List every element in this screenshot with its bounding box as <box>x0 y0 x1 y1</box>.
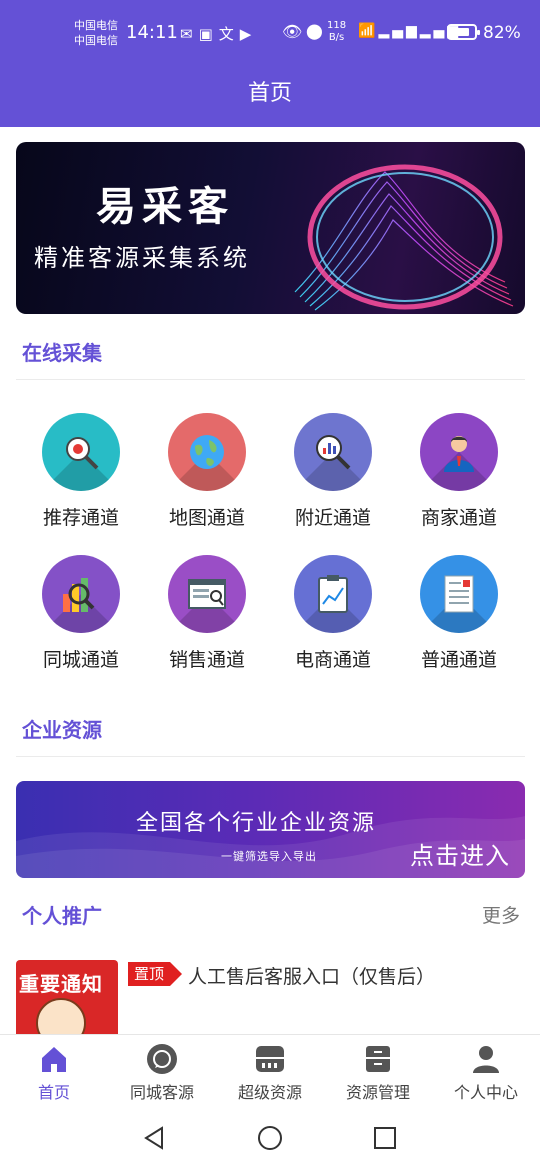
status-bar: 中国电信 中国电信 14:11 ✉▣文▶ 👁 ⬤ 118 B/s 📶▂▄▆▂▄▆… <box>0 14 540 52</box>
channel-icon-circle <box>420 555 498 633</box>
browser-search-icon <box>188 579 226 609</box>
hero-banner[interactable]: 易采客 精准客源采集系统 <box>16 142 525 314</box>
channel-item-5[interactable]: 同城通道 <box>18 555 144 672</box>
carrier-2: 中国电信 <box>74 34 118 47</box>
tab-label: 同城客源 <box>129 1083 194 1102</box>
channel-item-3[interactable]: 附近通道 <box>270 413 396 530</box>
section-title-promo: 个人推广 <box>22 904 102 928</box>
section-title-online: 在线采集 <box>22 341 102 365</box>
page-title: 首页 <box>247 81 292 106</box>
section-title-enterprise: 企业资源 <box>22 718 102 742</box>
bottom-tab-bar: 首页 同城客源 超级资源 资源管理 个人中心 <box>0 1034 540 1104</box>
promo-thumbnail[interactable]: 重要通知 <box>16 960 118 1040</box>
status-time: 14:11 <box>126 22 178 43</box>
carrier-info: 中国电信 中国电信 <box>74 18 118 48</box>
enterprise-banner-title: 全国各个行业企业资源 <box>136 811 377 836</box>
globe-icon <box>190 435 224 469</box>
channel-icon-circle <box>294 555 372 633</box>
wifi-icon: 📶 <box>358 23 379 39</box>
tab-personal-center[interactable]: 个人中心 <box>432 1043 540 1103</box>
channel-icon-circle <box>42 413 120 491</box>
chat-bubble-icon <box>147 1044 177 1074</box>
battery-fill <box>451 28 469 36</box>
banner-subtitle: 精准客源采集系统 <box>34 244 250 272</box>
net-speed-value: 118 <box>327 20 347 31</box>
person-icon <box>473 1046 499 1073</box>
eye-icon: 👁 <box>282 22 303 41</box>
server-icon <box>256 1046 284 1072</box>
business-person-icon <box>444 436 474 472</box>
enterprise-banner-subtitle: 一键筛选导入导出 <box>221 850 317 863</box>
enter-button[interactable]: 点击进入 <box>410 836 510 871</box>
more-link[interactable]: 更多 <box>482 901 520 928</box>
bar-chart-magnifier-icon <box>63 578 95 612</box>
channel-label: 电商通道 <box>294 649 371 671</box>
pinned-badge: 置顶 <box>128 962 183 986</box>
tab-home[interactable]: 首页 <box>0 1043 108 1103</box>
channel-icon-circle <box>42 555 120 633</box>
tab-label: 首页 <box>37 1083 70 1102</box>
channel-item-8[interactable]: 普通通道 <box>396 555 522 672</box>
tab-label: 资源管理 <box>345 1083 410 1102</box>
channel-item-1[interactable]: 推荐通道 <box>18 413 144 530</box>
tab-label: 超级资源 <box>237 1083 302 1102</box>
tab-label: 个人中心 <box>453 1083 518 1102</box>
notification-icons: ✉▣文▶ <box>180 23 257 44</box>
chart-magnifier-icon <box>316 435 351 470</box>
section-divider <box>16 379 525 380</box>
app-header: 中国电信 中国电信 14:11 ✉▣文▶ 👁 ⬤ 118 B/s 📶▂▄▆▂▄▆… <box>0 0 540 127</box>
translate-icon: 文 <box>218 25 240 43</box>
cabinet-icon <box>366 1046 390 1072</box>
channel-label: 普通通道 <box>420 649 497 671</box>
channel-icon-circle <box>420 413 498 491</box>
back-icon[interactable] <box>140 1124 168 1152</box>
tab-local-customers[interactable]: 同城客源 <box>108 1043 216 1103</box>
tab-resource-management[interactable]: 资源管理 <box>324 1043 432 1103</box>
banner-title: 易采客 <box>96 183 234 230</box>
promo-thumb-text: 重要通知 <box>19 972 103 996</box>
wave-art-icon <box>294 164 514 311</box>
recents-icon[interactable] <box>371 1124 399 1152</box>
home-circle-icon[interactable] <box>256 1124 284 1152</box>
carrier-1: 中国电信 <box>74 19 118 32</box>
channel-label: 地图通道 <box>168 507 245 529</box>
battery-icon <box>447 24 480 40</box>
net-speed-unit: B/s <box>328 32 345 43</box>
channel-label: 同城通道 <box>42 649 119 671</box>
signal-icons: 📶▂▄▆▂▄▆ <box>358 23 461 39</box>
home-icon <box>42 1047 66 1072</box>
wechat-icon: ✉ <box>180 25 199 43</box>
network-speed: 118 B/s <box>327 20 346 44</box>
tab-super-resources[interactable]: 超级资源 <box>216 1043 324 1103</box>
location-icon: ⬤ <box>306 22 323 40</box>
media-icon: ▶ <box>239 25 258 43</box>
promo-item-title[interactable]: 人工售后客服入口（仅售后） <box>188 962 435 989</box>
enterprise-banner[interactable]: 全国各个行业企业资源 一键筛选导入导出 点击进入 <box>16 781 525 878</box>
channel-label: 商家通道 <box>420 507 497 529</box>
channel-item-2[interactable]: 地图通道 <box>144 413 270 530</box>
channel-label: 附近通道 <box>294 507 371 529</box>
battery-percent: 82% <box>483 23 521 43</box>
channel-label: 销售通道 <box>168 649 245 671</box>
signal-4g-icon-1: ▂▄▆ <box>378 23 420 39</box>
channel-item-6[interactable]: 销售通道 <box>144 555 270 672</box>
channel-item-7[interactable]: 电商通道 <box>270 555 396 672</box>
system-nav-bar <box>0 1104 540 1170</box>
ladybug-magnifier-icon <box>66 437 99 470</box>
section-divider <box>16 756 525 757</box>
channel-item-4[interactable]: 商家通道 <box>396 413 522 530</box>
channel-label: 推荐通道 <box>42 507 119 529</box>
clipboard-chart-icon <box>318 575 348 613</box>
channel-icon-circle <box>168 555 246 633</box>
app-icon: ▣ <box>198 25 219 43</box>
document-icon <box>444 575 474 613</box>
channel-icon-circle <box>168 413 246 491</box>
channel-icon-circle <box>294 413 372 491</box>
